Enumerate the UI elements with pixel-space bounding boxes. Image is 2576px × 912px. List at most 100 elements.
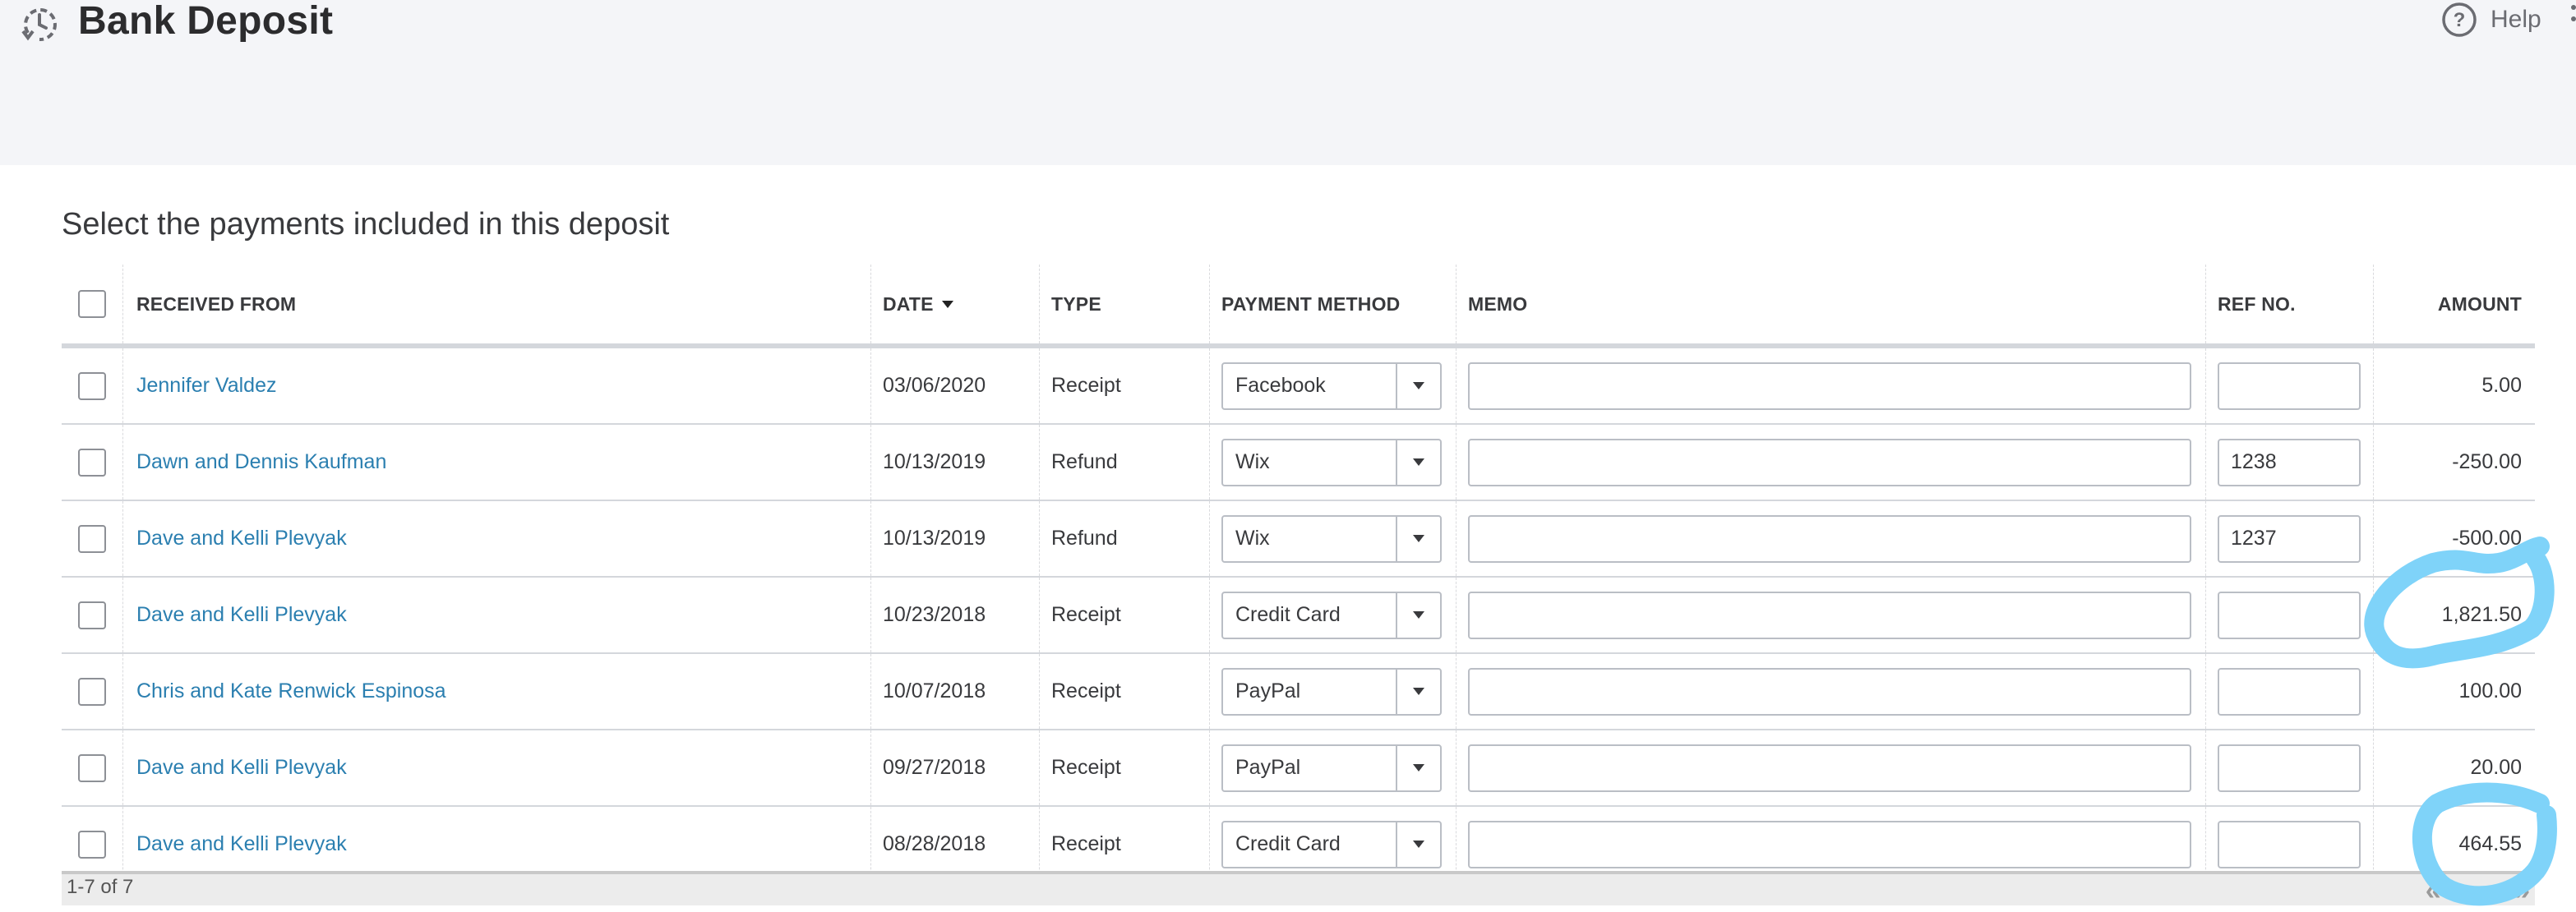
- column-header-date-label: DATE: [883, 292, 934, 315]
- amount-value: 1,821.50: [2441, 603, 2522, 626]
- select-all-checkbox[interactable]: [78, 290, 106, 318]
- chevron-down-icon: [1413, 382, 1424, 389]
- row-checkbox[interactable]: [78, 753, 106, 782]
- payment-method-value: Credit Card: [1235, 603, 1341, 626]
- payment-method-select[interactable]: Facebook: [1221, 362, 1442, 410]
- dropdown-button[interactable]: [1396, 745, 1440, 790]
- payment-method-select[interactable]: PayPal: [1221, 744, 1442, 792]
- date-value: 10/13/2019: [883, 450, 986, 473]
- memo-input[interactable]: [1468, 438, 2191, 486]
- received-from-link[interactable]: Dave and Kelli Plevyak: [136, 832, 347, 856]
- page-header: [0, 0, 2576, 165]
- payments-table: RECEIVED FROM DATE TYPE PAYMENT METHOD M…: [62, 265, 2535, 883]
- pagination-count: 1-7 of 7: [67, 876, 134, 898]
- received-from-link[interactable]: Dave and Kelli Plevyak: [136, 603, 347, 627]
- ref-no-input[interactable]: [2218, 438, 2361, 486]
- payment-method-select[interactable]: Wix: [1221, 514, 1442, 563]
- date-value: 03/06/2020: [883, 374, 986, 397]
- section-title: Select the payments included in this dep…: [62, 207, 670, 242]
- payment-method-value: Facebook: [1235, 374, 1326, 397]
- amount-value: -500.00: [2452, 527, 2522, 550]
- ref-no-input[interactable]: [2218, 514, 2361, 563]
- amount-value: 464.55: [2458, 832, 2522, 855]
- payment-method-select[interactable]: Wix: [1221, 438, 1442, 486]
- table-footer: 1-7 of 7 « »: [62, 871, 2535, 906]
- received-from-link[interactable]: Jennifer Valdez: [136, 374, 276, 398]
- amount-value: 100.00: [2458, 679, 2522, 702]
- amount-value: 20.00: [2470, 756, 2522, 779]
- type-value: Refund: [1051, 527, 1118, 550]
- help-button[interactable]: ? Help: [2441, 2, 2541, 38]
- row-checkbox[interactable]: [78, 371, 106, 400]
- received-from-link[interactable]: Dave and Kelli Plevyak: [136, 527, 347, 550]
- amount-value: 5.00: [2481, 374, 2522, 397]
- table-row: Jennifer Valdez 03/06/2020 Receipt Faceb…: [62, 348, 2535, 425]
- ref-no-input[interactable]: [2218, 591, 2361, 639]
- chevron-down-icon: [1413, 841, 1424, 848]
- table-header-row: RECEIVED FROM DATE TYPE PAYMENT METHOD M…: [62, 265, 2535, 348]
- payment-method-select[interactable]: PayPal: [1221, 667, 1442, 716]
- ref-no-input[interactable]: [2218, 820, 2361, 868]
- dropdown-button[interactable]: [1396, 669, 1440, 714]
- received-from-link[interactable]: Dave and Kelli Plevyak: [136, 756, 347, 780]
- column-header-type[interactable]: TYPE: [1051, 293, 1101, 316]
- payment-method-select[interactable]: Credit Card: [1221, 591, 1442, 639]
- chevron-down-icon: [1413, 764, 1424, 772]
- chevron-down-icon: [1413, 535, 1424, 542]
- memo-input[interactable]: [1468, 744, 2191, 792]
- column-header-date[interactable]: DATE: [871, 265, 1040, 343]
- type-value: Receipt: [1051, 832, 1121, 855]
- column-header-payment-method[interactable]: PAYMENT METHOD: [1221, 293, 1400, 316]
- type-value: Receipt: [1051, 756, 1121, 779]
- payment-method-select[interactable]: Credit Card: [1221, 820, 1442, 868]
- table-row: Dave and Kelli Plevyak 10/23/2018 Receip…: [62, 578, 2535, 654]
- dropdown-button[interactable]: [1396, 440, 1440, 485]
- date-value: 09/27/2018: [883, 756, 986, 779]
- page-title: Bank Deposit: [78, 0, 334, 43]
- row-checkbox[interactable]: [78, 677, 106, 706]
- row-checkbox[interactable]: [78, 830, 106, 859]
- table-row: Chris and Kate Renwick Espinosa 10/07/20…: [62, 654, 2535, 730]
- row-checkbox[interactable]: [78, 524, 106, 553]
- memo-input[interactable]: [1468, 362, 2191, 410]
- payment-method-value: PayPal: [1235, 679, 1301, 702]
- first-page-button[interactable]: «: [2426, 875, 2441, 906]
- column-header-amount[interactable]: AMOUNT: [2438, 293, 2522, 316]
- last-page-button[interactable]: »: [2514, 875, 2530, 906]
- help-circle-icon: ?: [2442, 2, 2477, 37]
- dropdown-button[interactable]: [1396, 516, 1440, 561]
- column-header-received-from[interactable]: RECEIVED FROM: [136, 293, 296, 316]
- ref-no-input[interactable]: [2218, 744, 2361, 792]
- column-header-ref-no[interactable]: REF NO.: [2218, 293, 2296, 316]
- received-from-link[interactable]: Chris and Kate Renwick Espinosa: [136, 679, 446, 703]
- svg-text:?: ?: [2454, 9, 2466, 31]
- type-value: Receipt: [1051, 603, 1121, 626]
- date-value: 10/23/2018: [883, 603, 986, 626]
- date-value: 10/07/2018: [883, 679, 986, 702]
- received-from-link[interactable]: Dawn and Dennis Kaufman: [136, 450, 386, 474]
- type-value: Refund: [1051, 450, 1118, 473]
- memo-input[interactable]: [1468, 667, 2191, 716]
- dropdown-button[interactable]: [1396, 822, 1440, 867]
- dropdown-button[interactable]: [1396, 363, 1440, 408]
- table-row: Dave and Kelli Plevyak 10/13/2019 Refund…: [62, 501, 2535, 578]
- chevron-down-icon: [1413, 688, 1424, 695]
- ref-no-input[interactable]: [2218, 362, 2361, 410]
- chevron-down-icon: [1413, 611, 1424, 619]
- date-value: 10/13/2019: [883, 527, 986, 550]
- type-value: Receipt: [1051, 679, 1121, 702]
- table-row: Dave and Kelli Plevyak 09/27/2018 Receip…: [62, 730, 2535, 807]
- more-options-icon[interactable]: [2571, 5, 2576, 38]
- payment-method-value: Credit Card: [1235, 832, 1341, 855]
- memo-input[interactable]: [1468, 591, 2191, 639]
- payment-method-value: PayPal: [1235, 756, 1301, 779]
- column-header-memo[interactable]: MEMO: [1468, 293, 1527, 316]
- row-checkbox[interactable]: [78, 448, 106, 477]
- dropdown-button[interactable]: [1396, 592, 1440, 638]
- row-checkbox[interactable]: [78, 601, 106, 629]
- payment-method-value: Wix: [1235, 527, 1270, 550]
- ref-no-input[interactable]: [2218, 667, 2361, 716]
- memo-input[interactable]: [1468, 820, 2191, 868]
- memo-input[interactable]: [1468, 514, 2191, 563]
- sort-descending-icon: [941, 300, 953, 308]
